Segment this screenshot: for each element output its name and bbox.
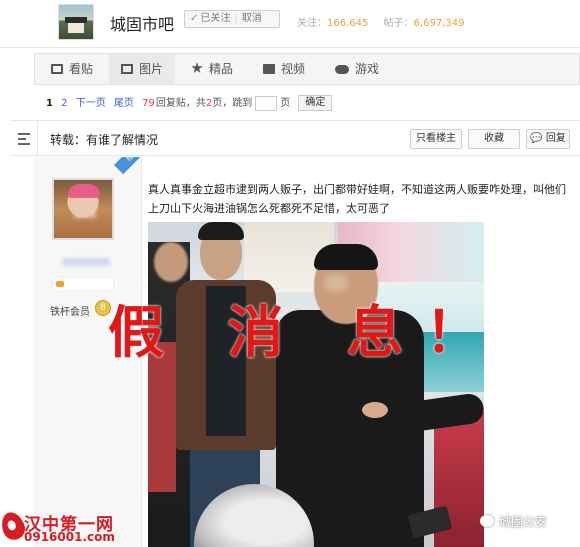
followers-label: 关注： xyxy=(297,18,327,29)
comment-icon: 💬 xyxy=(530,133,543,144)
forum-name[interactable]: 城固市吧 xyxy=(110,11,174,35)
unfollow-button[interactable]: 取消 xyxy=(242,13,262,24)
post-title: 转载：有谁了解情况 xyxy=(50,133,159,147)
page-unit: 页 xyxy=(280,98,291,109)
picture-icon xyxy=(121,64,133,74)
level-gem-icon xyxy=(56,281,64,287)
page-jump-input[interactable] xyxy=(255,95,278,111)
site-watermark: 汉中第一网 0916001.com xyxy=(0,506,115,547)
tab-games[interactable]: 游戏 xyxy=(329,54,391,84)
last-page-link[interactable]: 尾页 xyxy=(114,98,134,109)
police-watermark: 城固公安 xyxy=(480,510,580,534)
tab-videos[interactable]: 视频 xyxy=(257,54,319,84)
police-watermark-label: 城固公安 xyxy=(499,515,548,529)
tab-featured[interactable]: 精品 xyxy=(185,54,247,84)
followers-count: 166,645 xyxy=(327,18,369,29)
doc-icon xyxy=(51,64,63,74)
next-page-link[interactable]: 下一页 xyxy=(76,98,106,109)
only-owner-button[interactable]: 只看楼主 xyxy=(410,129,462,149)
pagination: 1 2 下一页 尾页 79回复贴，共2页，跳到页 确定 xyxy=(46,95,337,113)
posts-label: 帖子： xyxy=(383,18,414,29)
level-row xyxy=(52,277,114,291)
post-photo xyxy=(148,222,484,547)
site-watermark-url: 0916001.com xyxy=(24,530,115,544)
gamepad-icon xyxy=(335,65,349,74)
tab-pictures[interactable]: 图片 xyxy=(109,54,175,84)
confirm-button[interactable]: 确定 xyxy=(298,95,333,111)
video-icon xyxy=(263,64,275,74)
post-text: 真人真事金立超市逮到两人贩子，出门都带好娃啊，不知道这两人贩要咋处理，叫他们上刀… xyxy=(148,183,566,215)
tab-posts[interactable]: 看贴 xyxy=(45,54,107,84)
username-blurred[interactable] xyxy=(62,258,110,266)
fake-news-overlay: 假 消 息！ xyxy=(108,300,503,366)
avatar[interactable] xyxy=(52,178,114,240)
check-icon: ✓ xyxy=(190,13,199,24)
star-icon xyxy=(191,62,203,73)
page-current: 1 xyxy=(46,98,53,109)
post-title-bar: 转载：有谁了解情况 只看楼主 收藏 💬 回复 xyxy=(10,120,580,156)
reply-button[interactable]: 💬 回复 xyxy=(526,129,570,149)
reply-count: 79 xyxy=(142,98,155,109)
forum-stats: 关注：166,645 帖子：6,697,349 xyxy=(297,14,476,29)
page-link-2[interactable]: 2 xyxy=(61,98,67,109)
menu-icon[interactable] xyxy=(10,121,38,156)
collect-button[interactable]: 收藏 xyxy=(468,129,520,149)
reply-count-label: 回复贴，共 xyxy=(155,98,206,109)
followed-label[interactable]: 已关注 xyxy=(200,13,230,24)
forum-tabs: 看贴 图片 精品 视频 游戏 xyxy=(34,53,580,85)
wechat-icon xyxy=(480,515,494,527)
jump-label: 页，跳到 xyxy=(212,98,253,109)
follow-box: ✓ 已关注 | 取消 xyxy=(184,10,280,28)
forum-header: 城固市吧 ✓ 已关注 | 取消 关注：166,645 帖子：6,697,349 xyxy=(0,0,580,48)
owner-ribbon: 楼主 xyxy=(110,157,142,189)
member-label: 铁杆会员 xyxy=(50,307,90,318)
forum-avatar[interactable] xyxy=(58,4,94,40)
posts-count: 6,697,349 xyxy=(413,18,465,29)
